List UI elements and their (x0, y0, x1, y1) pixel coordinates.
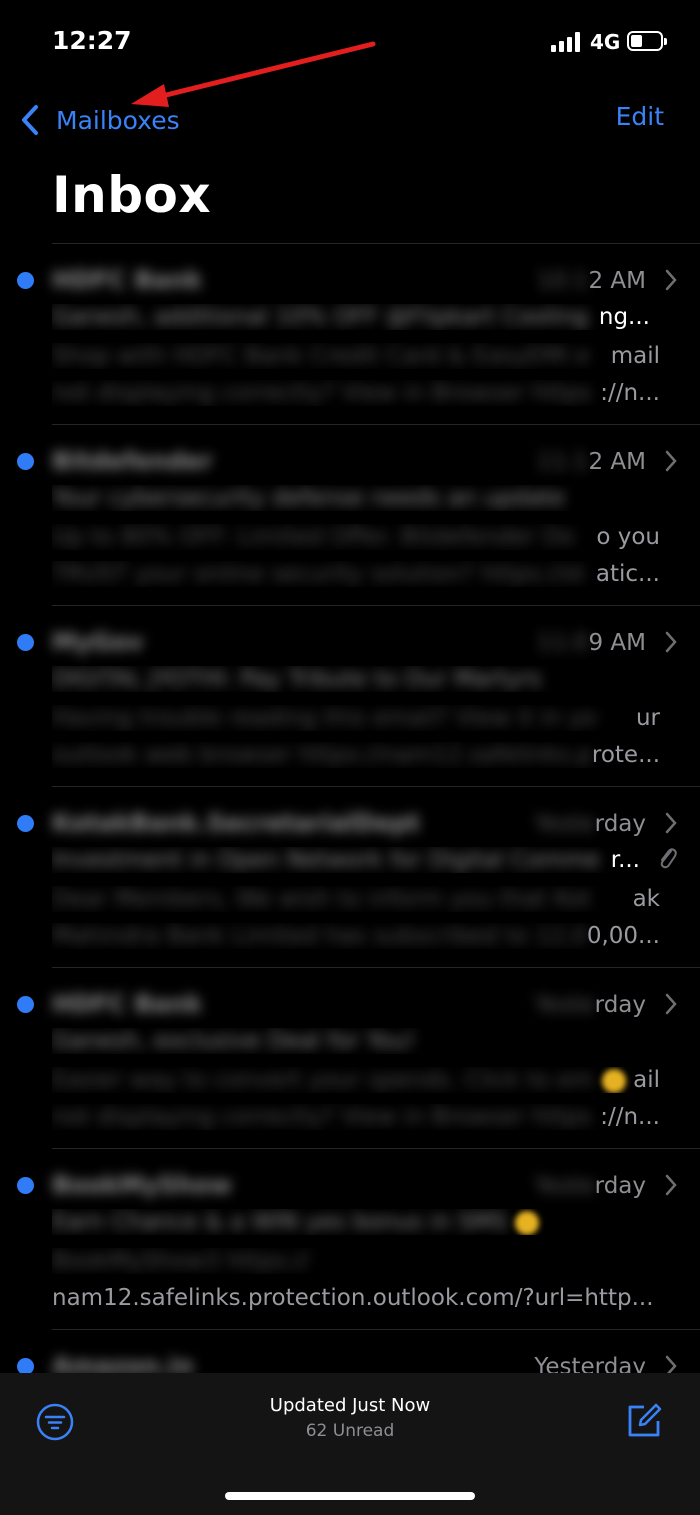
back-to-mailboxes-button[interactable]: Mailboxes (18, 100, 180, 140)
message-preview-line-1: Having trouble reading this email? View … (52, 705, 660, 731)
message-row[interactable]: BookMyShow Yesterday Earn Chance & a WIN… (17, 1149, 700, 1330)
message-subject: Ganesh, exclusive Deal for You! (52, 1028, 416, 1054)
message-preview-line-2: outlook web browser https://nam12.safeli… (52, 742, 660, 768)
message-sender: HDFC Bank (52, 990, 202, 1018)
message-preview-line-2: not displaying correctly? View in Browse… (52, 380, 660, 406)
home-indicator[interactable] (225, 1492, 475, 1500)
message-time: Yesterday (534, 811, 646, 837)
message-preview-line-2: not displaying correctly? View in Browse… (52, 1104, 660, 1130)
message-preview-line-1: Shop with HDFC Bank Credit Card & EasyEM… (52, 343, 660, 369)
message-preview-line-1: Dear Members, We wish to inform you that… (52, 886, 660, 912)
message-preview-line-1: BookMyShow3 https:// (52, 1248, 310, 1274)
back-button-label: Mailboxes (56, 105, 180, 135)
unread-dot-icon (17, 1177, 34, 1194)
chevron-right-icon (665, 631, 677, 653)
message-subject: Earn Chance & a WIN yes bonus in SMS (52, 1209, 650, 1235)
message-subject: Investment in Open Network for Digital C… (52, 847, 640, 873)
battery-icon (627, 31, 667, 51)
message-preview-line-2: TRUST your online security solution? htt… (52, 561, 660, 587)
message-row[interactable]: Bitdefender 11:12 AM Your cybersecurity … (17, 425, 700, 606)
paperclip-icon (660, 848, 677, 869)
status-time: 12:27 (52, 26, 132, 55)
cellular-signal-icon (551, 32, 581, 52)
emoji-icon (601, 1068, 626, 1093)
chevron-right-icon (665, 1174, 677, 1196)
unread-dot-icon (17, 634, 34, 651)
emoji-icon (515, 1210, 540, 1235)
message-subject: Your cybersecurity defense needs an upda… (52, 485, 565, 511)
unread-count: 62 Unread (305, 1421, 395, 1441)
message-row[interactable]: KotakBank.SecretarialDept Yesterday Inve… (17, 787, 700, 968)
chevron-right-icon (665, 812, 677, 834)
message-time: Yesterday (534, 1173, 646, 1199)
message-list[interactable]: HDFC Bank 10:12 AM Ganesh, additional 10… (0, 244, 700, 1510)
update-status: Updated Just Now (269, 1395, 431, 1416)
message-time: 11:09 AM (536, 630, 646, 656)
message-row[interactable]: HDFC Bank Yesterday Ganesh, exclusive De… (17, 968, 700, 1149)
message-time: Yesterday (534, 992, 646, 1018)
compose-icon[interactable] (624, 1401, 664, 1441)
message-sender: HDFC Bank (52, 266, 202, 294)
chevron-left-icon (22, 105, 38, 135)
message-row[interactable]: HDFC Bank 10:12 AM Ganesh, additional 10… (17, 244, 700, 425)
message-subject: Ganesh, additional 10% OFF @Flipkart Coo… (52, 304, 650, 330)
page-title: Inbox (52, 166, 212, 224)
message-preview-line-1: Up to 80% OFF: Limited Offer. Bitdefende… (52, 524, 660, 550)
unread-dot-icon (17, 453, 34, 470)
message-time: 10:12 AM (536, 268, 646, 294)
message-preview-line-2: nam12.safelinks.protection.outlook.com/?… (52, 1285, 654, 1311)
chevron-right-icon (665, 993, 677, 1015)
network-type: 4G (590, 30, 621, 54)
message-sender: BookMyShow (52, 1171, 232, 1199)
status-bar: 12:27 4G (0, 0, 700, 80)
message-sender: Bitdefender (52, 447, 213, 475)
message-preview-line-2: Mahindra Bank Limited has subscribed to … (52, 923, 660, 949)
message-time: 11:12 AM (536, 449, 646, 475)
unread-dot-icon (17, 996, 34, 1013)
chevron-right-icon (665, 450, 677, 472)
bottom-toolbar: Updated Just Now 62 Unread (0, 1373, 700, 1515)
chevron-right-icon (665, 269, 677, 291)
message-subject: DIGITAL JYOTHI: Pay Tribute to Our Marty… (52, 666, 542, 692)
unread-dot-icon (17, 272, 34, 289)
message-sender: KotakBank.SecretarialDept (52, 809, 420, 837)
unread-dot-icon (17, 815, 34, 832)
message-preview-line-1: Easier way to convert your spends. Click… (52, 1067, 660, 1093)
message-row[interactable]: MyGov 11:09 AM DIGITAL JYOTHI: Pay Tribu… (17, 606, 700, 787)
edit-button[interactable]: Edit (616, 102, 664, 131)
message-sender: MyGov (52, 628, 144, 656)
